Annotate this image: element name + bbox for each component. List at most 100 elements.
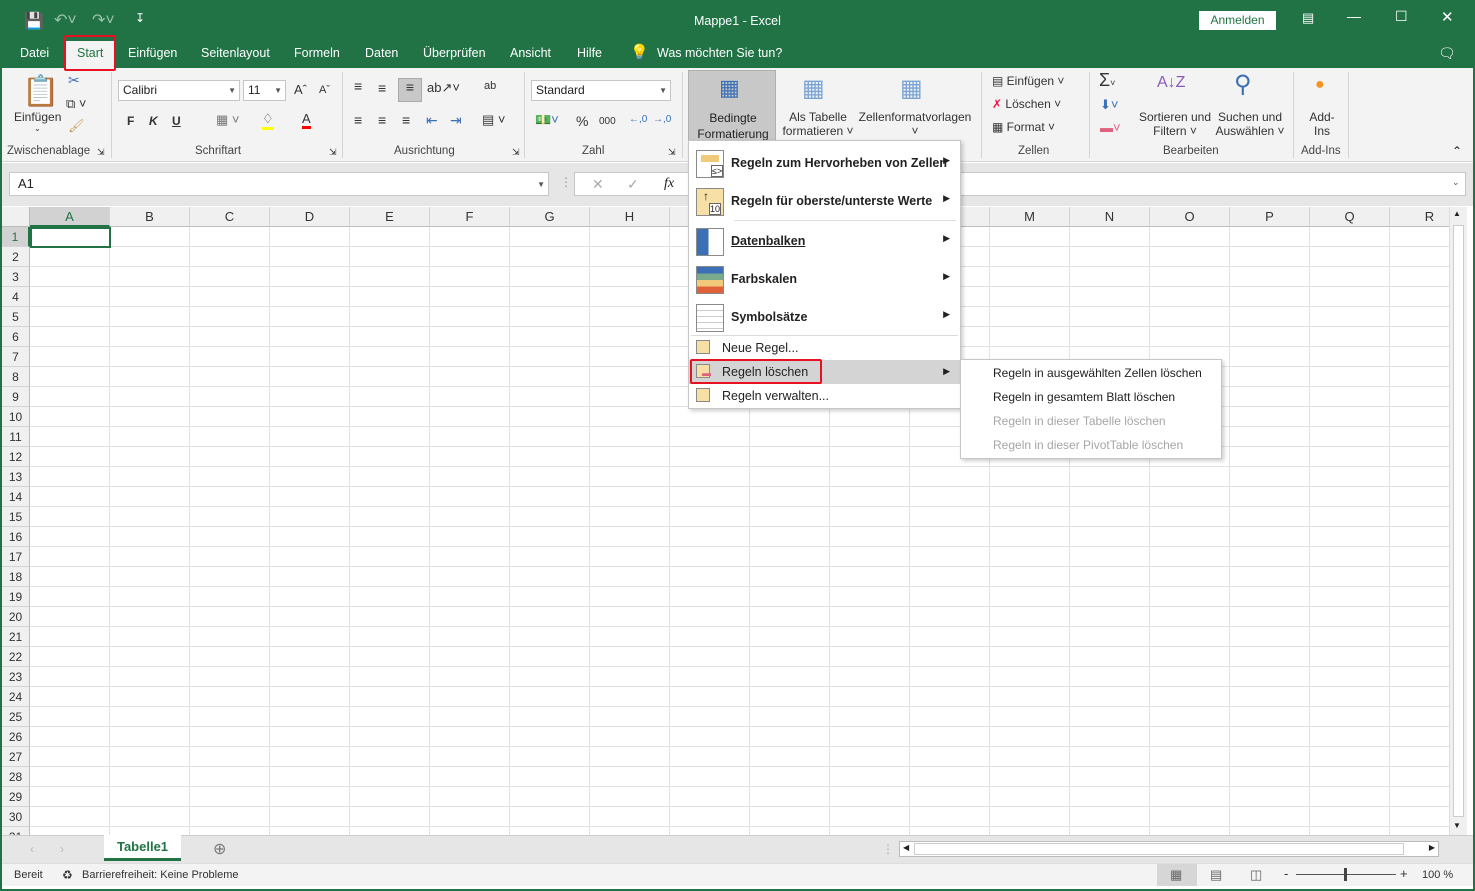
row-header-19[interactable]: 19: [2, 587, 30, 607]
underline-button[interactable]: U: [172, 114, 181, 128]
ribbon-display-icon[interactable]: ▤: [1302, 10, 1314, 26]
row-header-12[interactable]: 12: [2, 447, 30, 467]
row-header-10[interactable]: 10: [2, 407, 30, 427]
scroll-up-icon[interactable]: ▲: [1453, 209, 1461, 218]
menu-item-new-rule[interactable]: Neue Regel...: [689, 336, 960, 360]
format-as-table-button[interactable]: Als Tabelle formatieren ˅: [778, 110, 858, 138]
row-header-3[interactable]: 3: [2, 267, 30, 287]
column-header-Q[interactable]: Q: [1310, 207, 1390, 227]
align-middle-icon[interactable]: ≡: [378, 80, 386, 96]
next-sheet-icon[interactable]: ›: [60, 842, 64, 856]
add-sheet-icon[interactable]: ⊕: [213, 839, 226, 859]
page-layout-view-icon[interactable]: ▤: [1210, 867, 1222, 883]
collapse-ribbon-icon[interactable]: ⌃: [1452, 144, 1462, 158]
align-center-icon[interactable]: ≡: [378, 112, 386, 128]
row-header-2[interactable]: 2: [2, 247, 30, 267]
row-header-7[interactable]: 7: [2, 347, 30, 367]
delete-cells-button[interactable]: ✗ Löschen ˅: [992, 97, 1061, 111]
row-header-25[interactable]: 25: [2, 707, 30, 727]
insert-function-button[interactable]: fx: [664, 176, 674, 192]
row-header-15[interactable]: 15: [2, 507, 30, 527]
tell-me-search[interactable]: Was möchten Sie tun?: [657, 40, 782, 68]
row-header-17[interactable]: 17: [2, 547, 30, 567]
format-painter-icon[interactable]: 🖌: [68, 118, 85, 134]
tab-hilfe[interactable]: Hilfe: [577, 40, 602, 68]
customize-qat-icon[interactable]: ↧: [135, 11, 145, 25]
column-header-N[interactable]: N: [1070, 207, 1150, 227]
row-header-20[interactable]: 20: [2, 607, 30, 627]
normal-view-button[interactable]: ▦: [1157, 864, 1197, 886]
zoom-in-button[interactable]: +: [1400, 866, 1408, 881]
number-format-select[interactable]: Standard ▼: [531, 80, 671, 101]
menu-item-manage-rules[interactable]: Regeln verwalten...: [689, 384, 960, 408]
row-header-6[interactable]: 6: [2, 327, 30, 347]
conditional-formatting-button[interactable]: ▦ Bedingte Formatierung: [688, 70, 776, 142]
tab-ueberpruefen[interactable]: Überprüfen: [423, 40, 486, 68]
zoom-slider-thumb[interactable]: [1344, 868, 1347, 881]
page-break-view-icon[interactable]: ◫: [1250, 867, 1262, 883]
row-header-5[interactable]: 5: [2, 307, 30, 327]
column-header-B[interactable]: B: [110, 207, 190, 227]
merge-center-icon[interactable]: ▤ ˅: [482, 112, 506, 128]
row-header-29[interactable]: 29: [2, 787, 30, 807]
column-header-E[interactable]: E: [350, 207, 430, 227]
tab-formeln[interactable]: Formeln: [294, 40, 340, 68]
accounting-format-icon[interactable]: 💵˅: [535, 112, 559, 128]
prev-sheet-icon[interactable]: ‹: [30, 842, 34, 856]
row-header-14[interactable]: 14: [2, 487, 30, 507]
row-header-24[interactable]: 24: [2, 687, 30, 707]
row-header-21[interactable]: 21: [2, 627, 30, 647]
scroll-thumb[interactable]: [1453, 225, 1464, 817]
close-button[interactable]: ✕: [1441, 8, 1454, 26]
redo-icon[interactable]: ↷˅: [92, 10, 115, 30]
increase-decimal-icon[interactable]: ←,0: [629, 114, 647, 125]
column-header-F[interactable]: F: [430, 207, 510, 227]
wrap-text-icon[interactable]: ab: [484, 80, 496, 92]
menu-item-data-bars[interactable]: Datenbalken ▶: [689, 223, 960, 261]
font-color-icon[interactable]: A: [302, 111, 311, 129]
align-left-icon[interactable]: ≡: [354, 112, 362, 128]
row-header-18[interactable]: 18: [2, 567, 30, 587]
comments-icon[interactable]: 🗨: [1438, 40, 1456, 68]
fill-color-icon[interactable]: ♢: [262, 111, 274, 130]
menu-item-icon-sets[interactable]: Symbolsätze ▶: [689, 299, 960, 337]
dialog-launcher-icon[interactable]: ⇲: [97, 147, 105, 158]
column-header-H[interactable]: H: [590, 207, 670, 227]
column-header-A[interactable]: A: [30, 207, 110, 227]
sort-filter-button[interactable]: Sortieren und Filtern ˅: [1136, 110, 1214, 138]
column-header-D[interactable]: D: [270, 207, 350, 227]
selected-cell[interactable]: [30, 227, 111, 248]
row-header-13[interactable]: 13: [2, 467, 30, 487]
column-header-G[interactable]: G: [510, 207, 590, 227]
orientation-icon[interactable]: ab↗˅: [427, 80, 460, 96]
borders-icon[interactable]: ▦ ˅: [216, 112, 240, 128]
increase-indent-icon[interactable]: ⇥: [450, 112, 462, 129]
minimize-button[interactable]: —: [1347, 8, 1361, 24]
font-name-select[interactable]: Calibri ▼: [118, 80, 240, 101]
tab-seitenlayout[interactable]: Seitenlayout: [201, 40, 270, 68]
submenu-clear-selected-cells[interactable]: Regeln in ausgewählten Zellen löschen: [961, 361, 1221, 385]
save-icon[interactable]: 💾: [24, 11, 44, 31]
zoom-out-button[interactable]: -: [1284, 866, 1288, 881]
row-header-11[interactable]: 11: [2, 427, 30, 447]
menu-item-top-bottom-rules[interactable]: ↑ 10 Regeln für oberste/unterste Werte ▶: [689, 183, 960, 221]
row-header-22[interactable]: 22: [2, 647, 30, 667]
decrease-indent-icon[interactable]: ⇤: [426, 112, 438, 129]
format-cells-button[interactable]: ▦ Format ˅: [992, 120, 1055, 134]
insert-cells-button[interactable]: ▤ Einfügen ˅: [992, 74, 1064, 88]
horizontal-scrollbar[interactable]: ◀ ▶: [899, 841, 1439, 857]
fill-icon[interactable]: ⬇˅: [1100, 97, 1118, 113]
cancel-icon[interactable]: ✕: [592, 176, 604, 193]
sheet-tab-tabelle1[interactable]: Tabelle1: [104, 835, 181, 861]
sign-in-button[interactable]: Anmelden: [1199, 11, 1276, 30]
italic-button[interactable]: K: [149, 114, 158, 128]
select-all-button[interactable]: [2, 207, 30, 227]
increase-font-icon[interactable]: Aˆ: [294, 82, 307, 97]
row-header-27[interactable]: 27: [2, 747, 30, 767]
enter-icon[interactable]: ✓: [627, 176, 639, 193]
submenu-clear-entire-sheet[interactable]: Regeln in gesamtem Blatt löschen: [961, 385, 1221, 409]
font-size-select[interactable]: 11 ▼: [243, 80, 286, 101]
tab-datei[interactable]: Datei: [20, 40, 49, 68]
copy-icon[interactable]: ⧉ ˅: [66, 96, 87, 112]
accessibility-icon[interactable]: ♻: [62, 868, 73, 882]
